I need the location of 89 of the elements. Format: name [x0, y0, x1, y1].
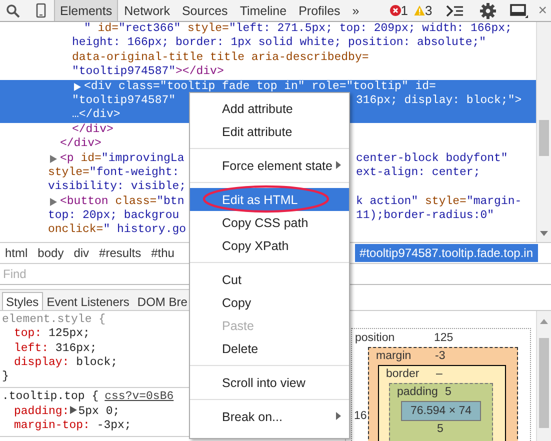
breadcrumb[interactable]: #thu	[146, 244, 180, 262]
box-value: 16	[354, 410, 367, 422]
menu-item[interactable]: Scroll into view	[190, 371, 349, 394]
panel-tab[interactable]: Elements	[54, 0, 118, 21]
warning-icon	[414, 5, 425, 16]
pane-tab[interactable]: Styles	[2, 292, 43, 310]
menu-item[interactable]: Force element state	[190, 154, 349, 177]
expand-arrow-icon[interactable]	[70, 406, 78, 414]
box-label: padding	[397, 386, 438, 398]
code-line: ext-align: center;	[356, 166, 480, 180]
breadcrumb[interactable]: #results	[94, 244, 146, 262]
box-label: margin	[376, 350, 412, 362]
css-property: display:	[14, 356, 70, 369]
submenu-arrow-icon	[336, 161, 341, 169]
code-line: </div>	[72, 122, 114, 138]
expand-arrow-icon[interactable]	[50, 154, 57, 163]
code-line: " id="rect366" style="left: 271.5px; top: 209px; width: 166px;	[84, 22, 512, 36]
more-tabs-button[interactable]: »	[346, 0, 366, 21]
code-line: style="font-weight:	[48, 166, 180, 180]
css-property: margin-top:	[14, 419, 90, 432]
code-line: onclick=" history.go	[48, 223, 186, 238]
menu-item[interactable]: Edit attribute	[190, 120, 349, 143]
stylesheet-link[interactable]: css?v=0sB6	[104, 390, 174, 404]
code-line: …</div>	[72, 108, 120, 123]
box-value: 125	[434, 332, 454, 344]
submenu-arrow-icon	[336, 412, 341, 420]
close-button[interactable]: ×	[534, 2, 551, 19]
pane-tab[interactable]: DOM Bre	[133, 292, 192, 310]
breadcrumb[interactable]: #tooltip974587.tooltip.fade.top.in	[354, 244, 538, 262]
code-line: k action" style="margin-	[356, 194, 522, 210]
code-line: <button class="btn	[60, 194, 184, 210]
expand-arrow-icon[interactable]	[50, 198, 57, 206]
find-field[interactable]: Find	[0, 264, 176, 283]
scrollbar[interactable]	[536, 22, 551, 242]
closing-brace: }	[2, 370, 9, 384]
panel-tab[interactable]: Timeline	[234, 0, 293, 21]
code-line: </div>	[60, 137, 102, 152]
pane-tab[interactable]: Event Listeners	[42, 292, 134, 310]
code-line: 11);border-radius:0"	[356, 209, 494, 224]
code-line: top: 20px; backgrou	[48, 209, 180, 224]
code-line: <div class="tooltip fade top in" role="tooltip" id=	[84, 80, 436, 94]
css-property: padding:	[14, 404, 70, 418]
dock-icon[interactable]	[510, 4, 528, 18]
content-size: 76.594 × 74	[401, 401, 481, 421]
css-value: block;	[76, 356, 118, 369]
css-selector: .tooltip.top {	[2, 390, 99, 404]
box-value: -3	[435, 350, 446, 362]
box-value: 5	[437, 423, 444, 435]
breadcrumb[interactable]: body	[32, 244, 69, 262]
css-selector: element.style {	[2, 313, 106, 326]
menu-item[interactable]: Edit as HTML	[190, 188, 349, 211]
breadcrumb[interactable]: div	[68, 244, 94, 262]
css-property: top:	[14, 327, 42, 340]
box-value: –	[436, 368, 442, 380]
code-line: "tooltip974587"	[72, 94, 176, 108]
box-label: border	[386, 368, 420, 380]
code-line: <p id="improvingLa	[60, 152, 184, 166]
code-line: center-block bodyfont"	[356, 152, 508, 166]
scrollbar[interactable]	[536, 311, 551, 441]
menu-item[interactable]: Copy CSS path	[190, 211, 349, 234]
css-value: 316px;	[55, 342, 97, 355]
code-line: height: 166px; border: 1px solid white; position: absolute;"	[72, 36, 486, 51]
panel-tab[interactable]: Network	[118, 0, 176, 21]
code-line: visibility: visible;	[48, 180, 186, 195]
console-icon[interactable]	[446, 4, 464, 16]
code-line: 316px; display: block;">	[356, 94, 522, 108]
box-label: position	[355, 332, 395, 344]
panel-tab[interactable]: Profiles	[292, 0, 346, 21]
menu-item[interactable]: Break on...	[190, 405, 349, 428]
error-count: 1	[400, 3, 408, 18]
panel-tab[interactable]: Sources	[176, 0, 234, 21]
menu-item[interactable]: Add attribute	[190, 97, 349, 120]
breadcrumb[interactable]: html	[0, 244, 33, 262]
code-line: data-original-title title aria-describedby=	[72, 50, 369, 66]
menu-item[interactable]: Copy	[190, 291, 349, 314]
menu-item[interactable]: Cut	[190, 268, 349, 291]
code-line: "tooltip974587"></div>	[72, 65, 224, 80]
css-value: 125px;	[48, 327, 90, 340]
menu-item[interactable]: Delete	[190, 337, 349, 360]
menu-item[interactable]: Copy XPath	[190, 234, 349, 257]
mobile-device-icon[interactable]	[36, 3, 46, 18]
css-value: 5px 0;	[78, 404, 120, 418]
css-value: -3px;	[96, 419, 132, 432]
box-value: 5	[445, 386, 452, 398]
warning-count: 3	[425, 3, 432, 18]
css-property: left:	[14, 342, 49, 355]
search-icon[interactable]	[6, 4, 20, 18]
settings-icon[interactable]	[480, 2, 496, 18]
error-icon	[390, 5, 401, 16]
